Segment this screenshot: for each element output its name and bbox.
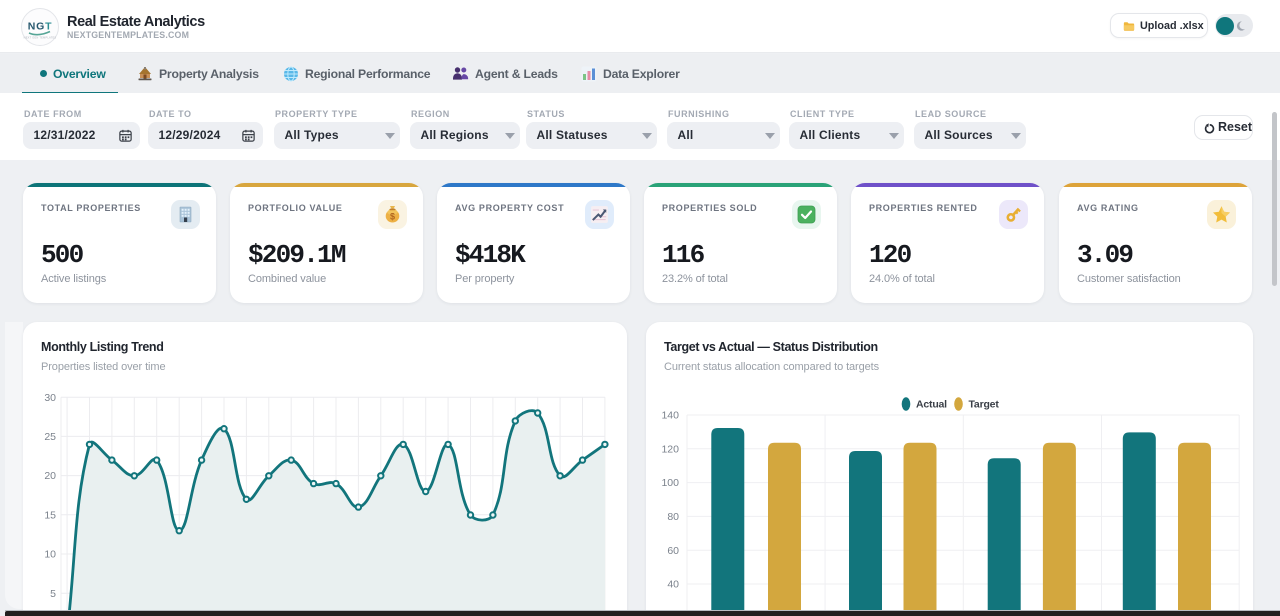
svg-text:10: 10 <box>44 549 56 561</box>
svg-text:5: 5 <box>50 588 56 600</box>
svg-text:120: 120 <box>661 443 679 455</box>
svg-text:80: 80 <box>667 511 679 523</box>
svg-text:Target: Target <box>969 399 1000 411</box>
svg-text:25: 25 <box>44 431 56 443</box>
svg-text:40: 40 <box>667 579 679 591</box>
svg-text:30: 30 <box>44 392 56 404</box>
svg-text:NEXT GEN TEMPLATES: NEXT GEN TEMPLATES <box>24 36 57 40</box>
svg-text:140: 140 <box>661 410 679 422</box>
svg-text:$: $ <box>390 212 395 222</box>
svg-text:100: 100 <box>661 477 679 489</box>
svg-text:15: 15 <box>44 509 56 521</box>
svg-text:20: 20 <box>44 470 56 482</box>
svg-text:60: 60 <box>667 545 679 557</box>
svg-text:Actual: Actual <box>916 399 947 411</box>
svg-text:NGT: NGT <box>28 21 53 33</box>
